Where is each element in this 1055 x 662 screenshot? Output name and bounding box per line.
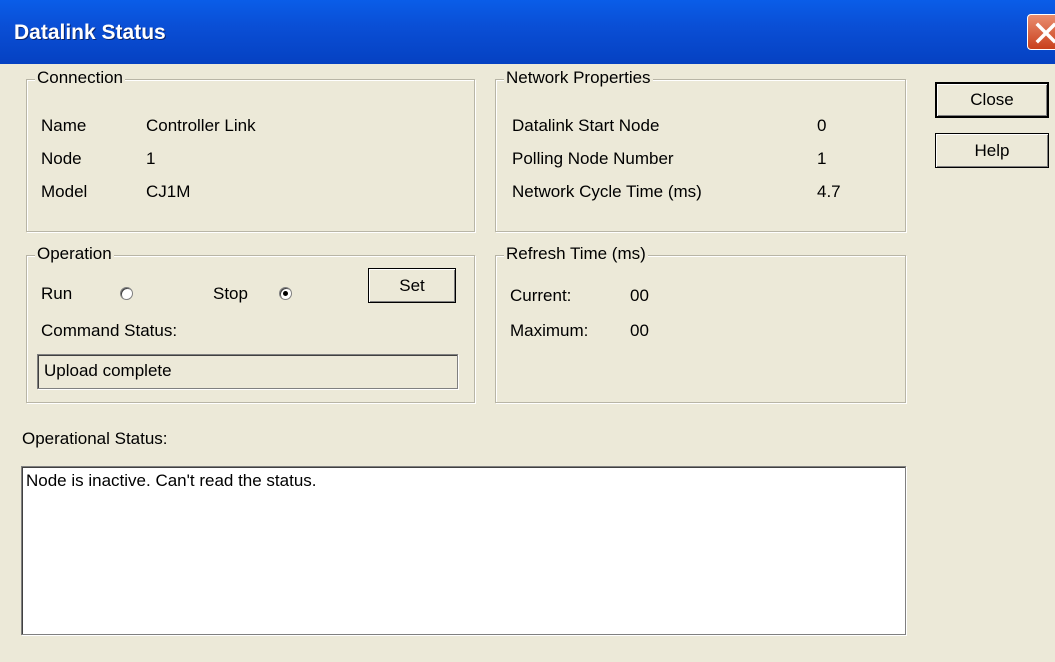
- run-radio[interactable]: [120, 287, 133, 300]
- polling-node-number-value: 1: [817, 149, 827, 168]
- title-bar: Datalink Status: [0, 0, 1055, 64]
- name-value: Controller Link: [146, 116, 256, 135]
- network-cycle-time-value: 4.7: [817, 182, 841, 201]
- name-label: Name: [41, 116, 87, 135]
- set-button-label: Set: [399, 276, 425, 295]
- model-value: CJ1M: [146, 182, 191, 201]
- stop-label: Stop: [213, 284, 248, 303]
- window-close-button[interactable]: [1027, 14, 1055, 50]
- current-value: 00: [630, 286, 649, 305]
- model-label: Model: [41, 182, 88, 201]
- window-title: Datalink Status: [14, 21, 166, 44]
- help-button[interactable]: Help: [935, 133, 1049, 168]
- connection-group: Connection Name Controller Link Node 1 M…: [26, 68, 475, 232]
- network-properties-group: Network Properties Datalink Start Node 0…: [495, 68, 906, 232]
- command-status-label: Command Status:: [41, 321, 178, 340]
- close-icon: [1035, 22, 1055, 44]
- connection-legend: Connection: [35, 68, 126, 88]
- stop-radio[interactable]: [279, 287, 292, 300]
- operation-group: Operation Run Stop Set Command Status: U…: [26, 244, 475, 403]
- refresh-time-group: Refresh Time (ms) Current: 00 Maximum: 0…: [495, 244, 906, 403]
- network-cycle-time-label: Network Cycle Time (ms): [512, 182, 702, 201]
- node-label: Node: [41, 149, 82, 168]
- datalink-start-node-label: Datalink Start Node: [512, 116, 660, 135]
- maximum-value: 00: [630, 321, 649, 340]
- polling-node-number-label: Polling Node Number: [512, 149, 674, 168]
- window-left-edge: [0, 64, 10, 662]
- command-status-value: Upload complete: [44, 361, 172, 380]
- set-button[interactable]: Set: [368, 268, 456, 303]
- command-status-field: Upload complete: [37, 354, 458, 389]
- help-button-label: Help: [974, 141, 1010, 160]
- operational-status-textarea[interactable]: Node is inactive. Can't read the status.: [21, 466, 906, 635]
- node-value: 1: [146, 149, 156, 168]
- operational-status-text: Node is inactive. Can't read the status.: [26, 471, 317, 490]
- current-label: Current:: [510, 286, 572, 305]
- radio-selected-dot: [283, 291, 288, 296]
- operation-legend: Operation: [35, 244, 114, 264]
- operational-status-label: Operational Status:: [22, 429, 168, 448]
- close-button-label: Close: [970, 90, 1014, 109]
- datalink-start-node-value: 0: [817, 116, 827, 135]
- refresh-time-legend: Refresh Time (ms): [504, 244, 648, 264]
- close-button[interactable]: Close: [935, 82, 1049, 118]
- run-label: Run: [41, 284, 73, 303]
- maximum-label: Maximum:: [510, 321, 589, 340]
- network-properties-legend: Network Properties: [504, 68, 653, 88]
